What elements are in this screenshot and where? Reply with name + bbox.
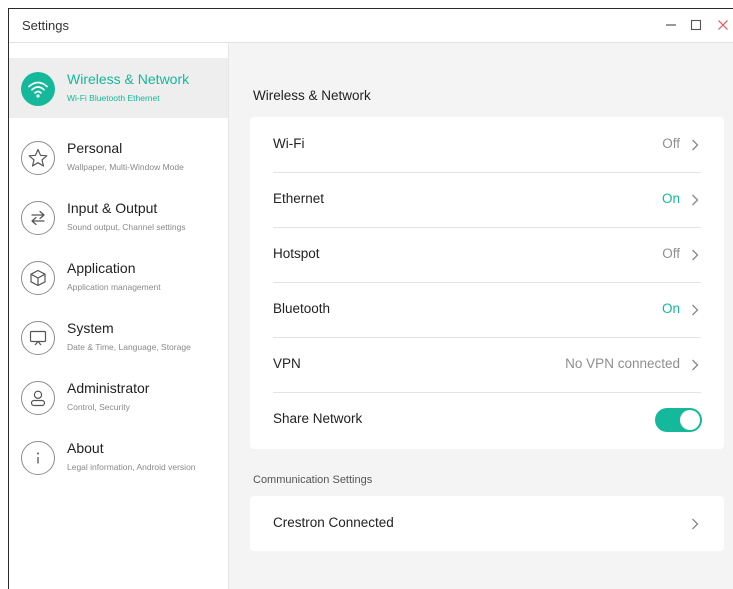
title-bar: Settings: [9, 9, 733, 43]
toggle-knob: [680, 410, 700, 430]
sidebar-item-subtitle: Application management: [67, 282, 161, 292]
sidebar-item-administrator[interactable]: Administrator Control, Security: [9, 367, 228, 427]
crestron-connected-row[interactable]: Crestron Connected: [250, 496, 724, 551]
user-icon: [21, 381, 55, 415]
sidebar-item-title: About: [67, 440, 104, 456]
network-settings-card: Wi-Fi Off Ethernet On Hotspot Off Blueto…: [250, 117, 724, 449]
row-value: On: [661, 191, 680, 206]
sidebar-item-subtitle: Sound output, Channel settings: [67, 222, 186, 232]
sidebar-item-title: Wireless & Network: [67, 71, 190, 87]
sidebar-item-title: Application: [67, 260, 136, 276]
window-title: Settings: [22, 18, 69, 33]
sidebar-item-subtitle: Legal information, Android version: [67, 462, 196, 472]
sidebar-item-input-output[interactable]: Input & Output Sound output, Channel set…: [9, 187, 228, 247]
info-icon: [21, 441, 55, 475]
sidebar-item-subtitle: Control, Security: [67, 402, 130, 412]
sidebar-item-system[interactable]: System Date & Time, Language, Storage: [9, 307, 228, 367]
chevron-right-icon: [692, 139, 699, 151]
close-icon: [718, 20, 728, 30]
sidebar-item-subtitle: Wallpaper, Multi-Window Mode: [67, 162, 184, 172]
row-value: No VPN connected: [565, 356, 680, 371]
row-label: Hotspot: [273, 246, 320, 261]
settings-window: Settings Wireless & Network Wi-Fi Blueto…: [8, 8, 733, 589]
row-label: Bluetooth: [273, 301, 331, 316]
communication-settings-card: Crestron Connected: [250, 496, 724, 551]
close-button[interactable]: [712, 14, 733, 36]
chevron-right-icon: [692, 359, 699, 371]
sidebar-item-title: Input & Output: [67, 200, 158, 216]
maximize-icon: [690, 19, 702, 31]
monitor-icon: [21, 321, 55, 355]
vpn-row[interactable]: VPN No VPN connected: [250, 337, 724, 392]
section-title: Wireless & Network: [253, 88, 371, 103]
sidebar-item-application[interactable]: Application Application management: [9, 247, 228, 307]
maximize-button[interactable]: [685, 14, 707, 36]
chevron-right-icon: [692, 518, 699, 530]
sidebar-item-title: Administrator: [67, 380, 150, 396]
row-label: Share Network: [273, 411, 363, 426]
minimize-button[interactable]: [660, 14, 682, 36]
sidebar-item-about[interactable]: About Legal information, Android version: [9, 427, 228, 487]
sidebar-item-title: Personal: [67, 140, 123, 156]
arrows-exchange-icon: [21, 201, 55, 235]
settings-content: Wireless & Network Wi-Fi Off Ethernet On…: [229, 43, 733, 589]
sidebar-item-subtitle: Date & Time, Language, Storage: [67, 342, 191, 352]
row-value: Off: [662, 246, 680, 261]
sidebar-item-title: System: [67, 320, 114, 336]
row-label: Crestron Connected: [273, 515, 394, 530]
chevron-right-icon: [692, 249, 699, 261]
hotspot-row[interactable]: Hotspot Off: [250, 227, 724, 282]
row-label: VPN: [273, 356, 301, 371]
ethernet-row[interactable]: Ethernet On: [250, 172, 724, 227]
cube-icon: [21, 261, 55, 295]
star-icon: [21, 141, 55, 175]
share-network-row: Share Network: [250, 392, 724, 447]
row-value: On: [661, 301, 680, 316]
row-value: Off: [662, 136, 680, 151]
wifi-icon: [21, 72, 55, 106]
communication-settings-title: Communication Settings: [253, 474, 373, 486]
wifi-row[interactable]: Wi-Fi Off: [250, 117, 724, 172]
minimize-icon: [666, 24, 676, 26]
row-label: Ethernet: [273, 191, 325, 206]
row-label: Wi-Fi: [273, 136, 305, 151]
chevron-right-icon: [692, 304, 699, 316]
sidebar-item-personal[interactable]: Personal Wallpaper, Multi-Window Mode: [9, 127, 228, 187]
bluetooth-row[interactable]: Bluetooth On: [250, 282, 724, 337]
sidebar-item-subtitle: Wi-Fi Bluetooth Ethernet: [67, 93, 160, 103]
chevron-right-icon: [692, 194, 699, 206]
share-network-toggle[interactable]: [655, 408, 702, 432]
settings-sidebar: Wireless & Network Wi-Fi Bluetooth Ether…: [9, 43, 229, 589]
sidebar-item-wireless-network[interactable]: Wireless & Network Wi-Fi Bluetooth Ether…: [9, 58, 228, 118]
